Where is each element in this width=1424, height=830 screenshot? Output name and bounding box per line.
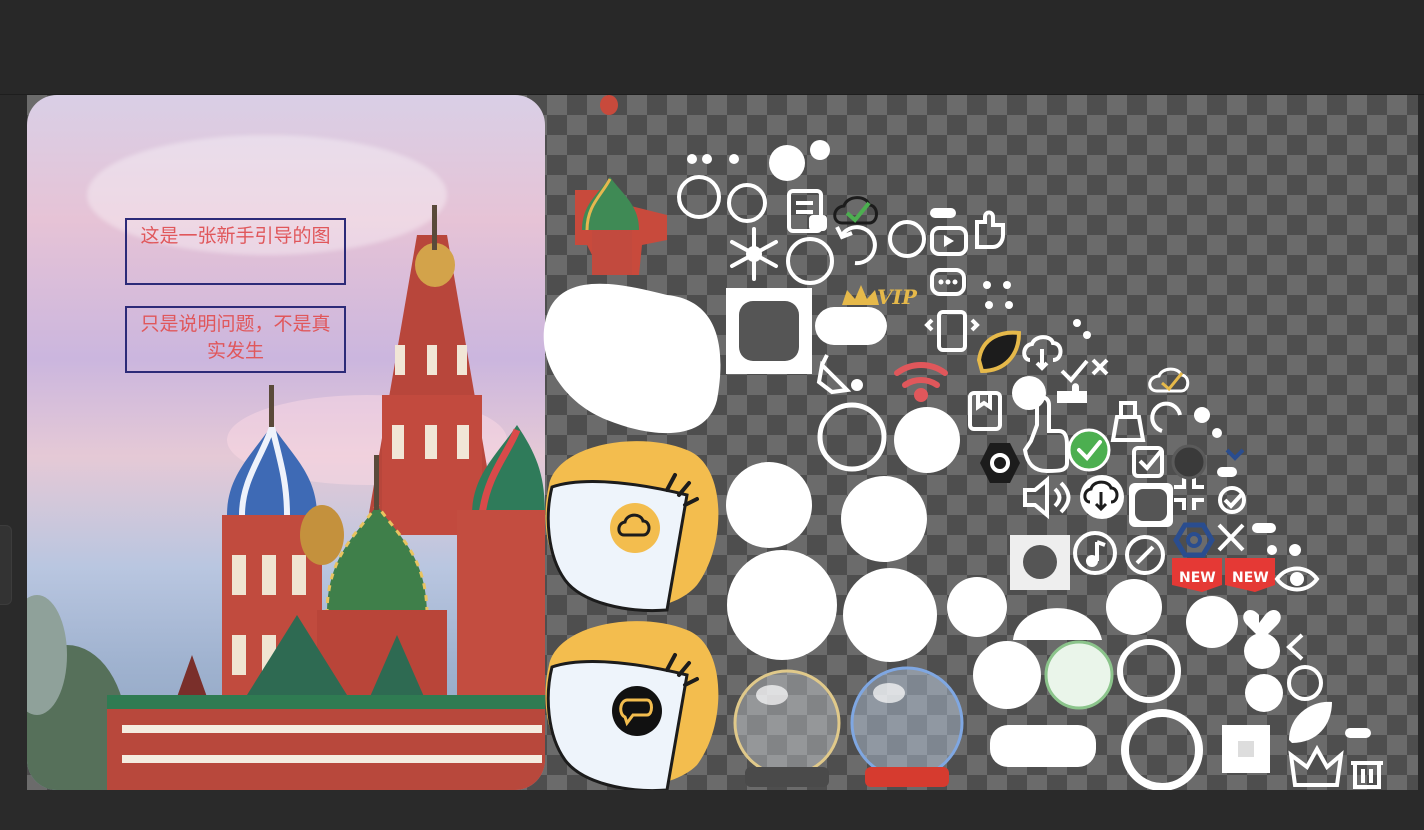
checkbox-icon: [1132, 446, 1164, 478]
new-badge-2: NEW: [1225, 558, 1275, 592]
yellow-card-chat-icon: [545, 621, 719, 790]
hand-point-icon: [975, 210, 1005, 249]
fullscreen-icon: [1174, 477, 1204, 510]
double-check-icon: [1218, 486, 1246, 514]
light-green-circle: [1044, 640, 1114, 710]
bookmark-icon: [968, 391, 1002, 431]
chevron-down-icon: [1225, 448, 1245, 461]
gear-icon: [1173, 522, 1215, 558]
vip-label: VIP: [877, 285, 918, 309]
trash-icon: [1351, 761, 1383, 789]
yellow-leaf-icon: [976, 330, 1022, 374]
eye-icon: [1274, 566, 1320, 592]
snow-globe-red: [850, 666, 964, 787]
dark-shadow-circle: [1171, 444, 1207, 480]
chat-bubbles-icon: [930, 268, 966, 296]
phone-vibrate-icon: [924, 310, 980, 352]
discount-icon: [1125, 535, 1165, 575]
music-note-icon: [1073, 531, 1117, 575]
paint-bucket-icon: [816, 354, 863, 395]
top-toolbar: [0, 0, 1424, 95]
new-label-2: NEW: [1232, 570, 1269, 586]
cloud-download-outline-icon: [1022, 335, 1063, 371]
sprite-sheet: VIP NEW NEW: [543, 95, 1383, 790]
puzzle-icon: [1057, 383, 1087, 403]
yellow-card-cloud-icon: [545, 441, 719, 612]
loading-arc-icon: [1150, 401, 1182, 433]
snowflake-icon: [730, 227, 778, 281]
youtube-icon: [930, 226, 968, 256]
side-panel-handle[interactable]: [0, 525, 12, 605]
hexagon-nut-icon: [980, 443, 1020, 483]
wifi-icon: [894, 362, 948, 402]
heart-broken-icon: [1243, 609, 1281, 640]
cloud-download-icon: [1080, 475, 1124, 519]
sprite-canvas[interactable]: 这是一张新手引导的图 只是说明问题，不是真实发生 VIP NEW NEW: [27, 95, 1418, 790]
cathedral-thumbnail: [575, 95, 667, 275]
cloud-check-icon: [833, 196, 878, 225]
check-x-icon: [1060, 358, 1109, 383]
speaker-icon: [1023, 475, 1071, 520]
gear-small-icon: [1194, 407, 1222, 438]
refresh-icon: [835, 225, 877, 266]
new-label-1: NEW: [1179, 570, 1216, 586]
new-badge-1: NEW: [1172, 558, 1222, 592]
blob-shape: [543, 283, 721, 434]
leaf-white-icon: [1289, 701, 1332, 743]
crown-icon: [1288, 744, 1344, 787]
chevron-left-icon: [1286, 633, 1304, 661]
close-icon: [1217, 523, 1245, 552]
snow-globe-gold: [733, 669, 841, 787]
check-circle-icon: [1067, 428, 1111, 472]
note-lock-icon: [787, 189, 827, 233]
status-bar: [0, 790, 1424, 830]
gold-check-cloud-icon: [1148, 367, 1190, 393]
vip-crown-icon: VIP: [842, 285, 918, 309]
broom-icon: [1110, 401, 1146, 442]
